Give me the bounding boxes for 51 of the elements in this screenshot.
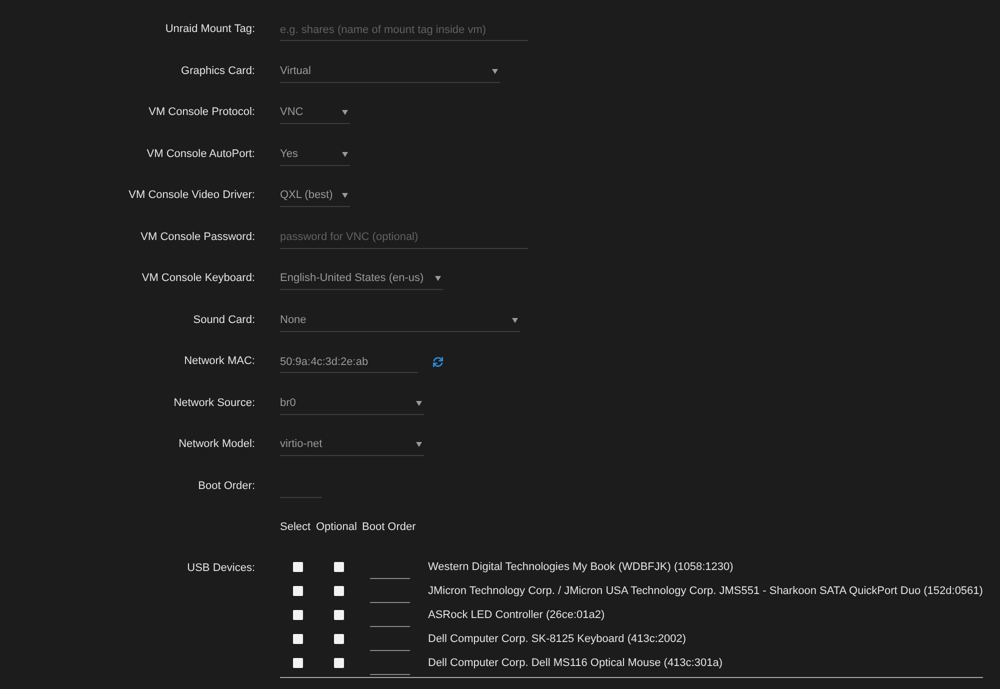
field-label: Graphics Card:: [181, 64, 255, 78]
field-label: VM Console Keyboard:: [142, 271, 255, 286]
input-field[interactable]: password for VNC (optional): [280, 226, 528, 248]
caret-icon: [342, 193, 348, 198]
input-field[interactable]: 50:9a:4c:3d:2e:ab: [280, 351, 418, 373]
caret-icon: [512, 318, 518, 322]
caret-icon: [416, 442, 422, 447]
checkbox[interactable]: [293, 658, 303, 668]
checkbox[interactable]: [293, 586, 303, 596]
device-name: JMicron Technology Corp. / JMicron USA Technology Corp. JMS551 - Sharkoon SATA QuickPort Duo (152d:0561): [427, 584, 983, 599]
select-field[interactable]: virtio-net: [280, 434, 424, 456]
select-field[interactable]: English-United States (en-us): [280, 268, 443, 290]
select-field[interactable]: VNC: [280, 102, 350, 124]
field-label: Network Model:: [178, 437, 255, 452]
caret-icon: [416, 400, 422, 406]
device-name: ASRock LED Controller (26ce:01a2): [427, 608, 606, 623]
select-field[interactable]: Virtual: [280, 60, 500, 82]
checkbox[interactable]: [334, 586, 344, 596]
field-label: USB Devices:: [187, 561, 255, 576]
column-header: Boot Order: [362, 520, 417, 535]
select-field[interactable]: None: [280, 310, 520, 332]
caret-icon: [435, 276, 441, 281]
field-label: VM Console Password:: [140, 230, 255, 244]
field-label: Boot Order:: [198, 478, 255, 494]
select-field[interactable]: br0: [280, 392, 424, 414]
device-name: Dell Computer Corp. Dell MS116 Optical Mouse (413c:301a): [427, 656, 724, 671]
caret-icon: [492, 68, 498, 74]
field-label: VM Console Video Driver:: [128, 188, 255, 203]
field-label: Network MAC:: [184, 354, 255, 369]
select-field[interactable]: QXL (best): [280, 185, 350, 207]
caret-icon: [342, 152, 348, 156]
field-label: Unraid Mount Tag:: [165, 22, 255, 37]
column-header: Optional: [316, 520, 358, 535]
checkbox[interactable]: [293, 634, 303, 644]
checkbox[interactable]: [293, 562, 303, 572]
device-name: Dell Computer Corp. SK-8125 Keyboard (413c:2002): [427, 632, 688, 647]
checkbox[interactable]: [334, 610, 344, 620]
field-label: Sound Card:: [193, 312, 255, 328]
checkbox[interactable]: [334, 562, 344, 572]
device-name: Western Digital Technologies My Book (WDBFJK) (1058:1230): [427, 560, 734, 575]
column-header: Select: [280, 520, 312, 535]
checkbox[interactable]: [293, 610, 303, 620]
checkbox[interactable]: [334, 634, 344, 644]
field-label: VM Console Protocol:: [148, 105, 255, 120]
checkbox[interactable]: [334, 658, 344, 668]
caret-icon: [342, 110, 348, 115]
field-label: Network Source:: [174, 396, 255, 410]
input-field[interactable]: e.g. shares (name of mount tag inside vm): [280, 19, 528, 41]
select-field[interactable]: Yes: [280, 144, 350, 166]
refresh-icon[interactable]: [433, 357, 443, 367]
field-label: VM Console AutoPort:: [146, 146, 255, 162]
